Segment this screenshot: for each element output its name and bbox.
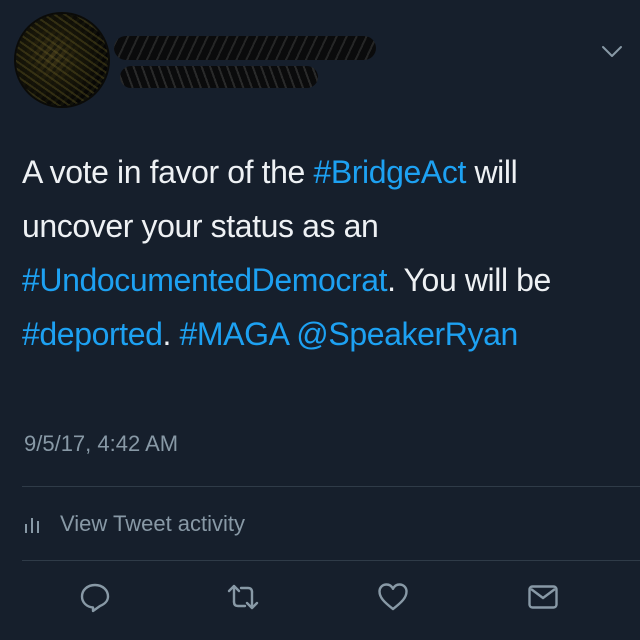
hashtag-link[interactable]: #BridgeAct xyxy=(313,154,466,190)
view-tweet-activity-label: View Tweet activity xyxy=(60,511,246,536)
divider xyxy=(22,560,640,561)
retweet-icon xyxy=(227,584,259,610)
reply-icon xyxy=(80,583,110,613)
like-button[interactable] xyxy=(376,580,410,614)
tweet-text-segment: A vote in favor of the xyxy=(22,154,314,190)
tweet-text: A vote in favor of the #BridgeAct will u… xyxy=(22,145,622,361)
envelope-icon xyxy=(528,585,558,609)
tweet-text-segment: . xyxy=(162,316,180,352)
redacted-display-name xyxy=(114,36,376,60)
hashtag-link[interactable]: #MAGA xyxy=(180,316,289,352)
redacted-username xyxy=(120,66,318,88)
direct-message-button[interactable] xyxy=(526,580,560,614)
heart-icon xyxy=(378,583,408,611)
hashtag-link[interactable]: #deported xyxy=(22,316,163,352)
chevron-down-icon[interactable] xyxy=(600,44,624,60)
tweet-timestamp: 9/5/17, 4:42 AM xyxy=(24,431,179,456)
reply-button[interactable] xyxy=(78,580,112,614)
avatar[interactable] xyxy=(16,14,108,106)
activity-bars-icon xyxy=(24,514,42,534)
view-tweet-activity-button[interactable]: View Tweet activity xyxy=(24,509,245,539)
retweet-button[interactable] xyxy=(226,580,260,614)
mention-link[interactable]: @SpeakerRyan xyxy=(296,316,518,352)
tweet-text-segment: . You will be xyxy=(387,262,551,298)
hashtag-link[interactable]: #UndocumentedDemocrat xyxy=(22,262,388,298)
divider xyxy=(22,486,640,487)
